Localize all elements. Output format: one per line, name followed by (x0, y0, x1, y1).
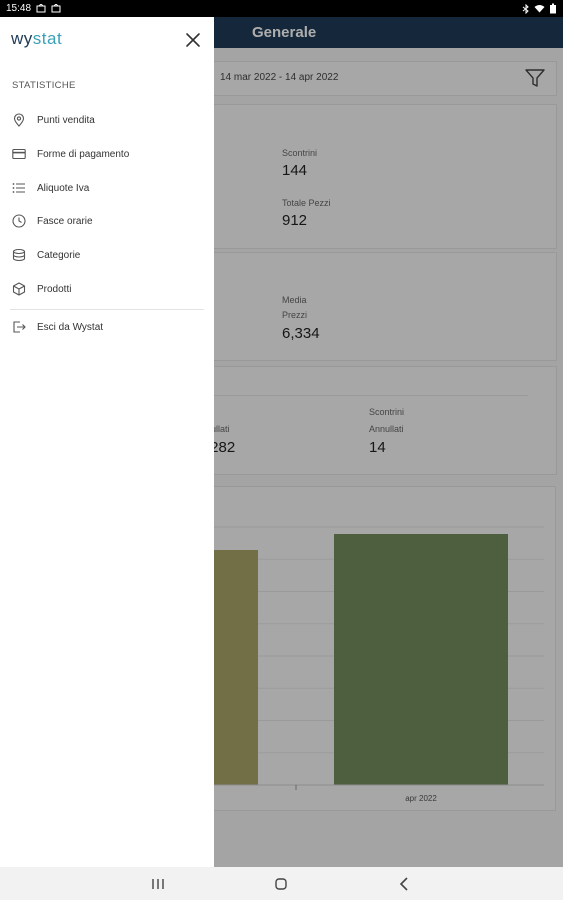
status-time: 15:48 (6, 3, 32, 14)
menu-item-forme-pagamento[interactable]: Forme di pagamento (0, 139, 214, 169)
notification-icon (36, 4, 46, 13)
notification-icon-2 (51, 4, 61, 13)
box-icon (12, 282, 26, 296)
clock-icon (12, 214, 26, 228)
system-nav-bar (0, 867, 563, 900)
menu-item-label: Categorie (37, 249, 81, 261)
menu-item-prodotti[interactable]: Prodotti (0, 274, 214, 304)
menu-item-label: Fasce orarie (37, 215, 93, 227)
menu-item-aliquote-iva[interactable]: Aliquote Iva (0, 173, 214, 203)
layers-icon (12, 248, 26, 262)
back-icon[interactable] (395, 875, 415, 893)
menu-item-label: Punti vendita (37, 114, 95, 126)
drawer-divider (10, 309, 204, 310)
menu-item-label: Esci da Wystat (37, 321, 104, 333)
status-bar: 15:48 (0, 0, 563, 17)
menu-item-label: Aliquote Iva (37, 182, 90, 194)
logo-prefix: wy (11, 29, 33, 48)
menu-item-categorie[interactable]: Categorie (0, 240, 214, 270)
menu-item-label: Forme di pagamento (37, 148, 130, 160)
credit-card-icon (12, 148, 26, 160)
battery-icon (550, 3, 556, 14)
menu-item-label: Prodotti (37, 283, 72, 295)
menu-item-logout[interactable]: Esci da Wystat (0, 312, 214, 342)
menu-item-fasce-orarie[interactable]: Fasce orarie (0, 206, 214, 236)
section-title: STATISTICHE (12, 80, 76, 91)
bluetooth-icon (522, 3, 529, 14)
menu-item-punti-vendita[interactable]: Punti vendita (0, 105, 214, 135)
list-icon (12, 183, 25, 193)
close-icon[interactable] (184, 31, 202, 49)
navigation-drawer: wystat STATISTICHE Punti vendita Forme d… (0, 17, 214, 867)
home-icon[interactable] (271, 875, 291, 893)
logout-icon (13, 321, 26, 333)
location-pin-icon (13, 113, 25, 127)
wystat-logo: wystat (11, 29, 62, 49)
logo-suffix: stat (32, 29, 63, 48)
recent-apps-icon[interactable] (148, 875, 168, 893)
wifi-icon (534, 5, 545, 13)
